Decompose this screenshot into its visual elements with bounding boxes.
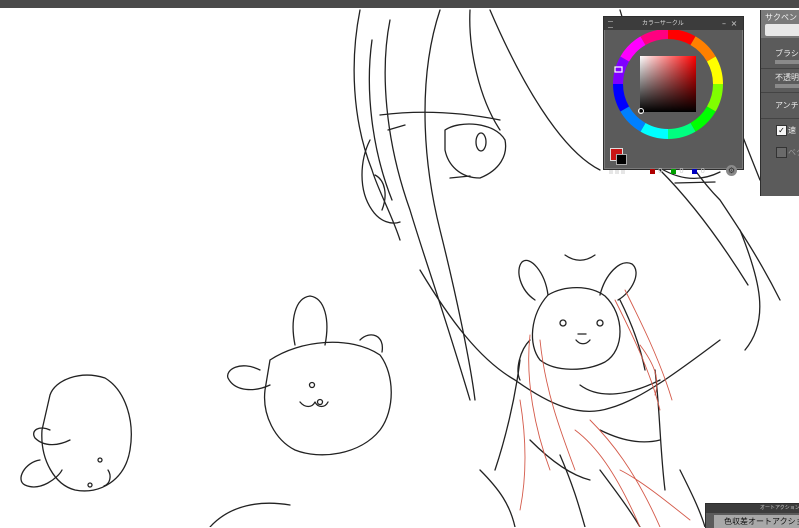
- divider: [761, 118, 799, 119]
- brush-stroke-preview: [765, 24, 799, 36]
- minimize-button[interactable]: –: [720, 17, 728, 30]
- vector-checkbox[interactable]: ✓: [776, 147, 787, 158]
- tool-name: サクペン: [765, 13, 797, 22]
- color-circle-title-bar[interactable]: カラーサークル – ×: [604, 17, 743, 30]
- blue-value[interactable]: 0: [700, 167, 711, 175]
- color-circle-panel: カラーサークル – × 0 0 0 ⚙: [603, 16, 744, 176]
- opacity-slider[interactable]: [775, 84, 799, 88]
- app-title-bar: [0, 0, 799, 8]
- antialias-label: アンチエイ: [775, 101, 799, 110]
- hue-ring[interactable]: [604, 28, 743, 169]
- transparent-color-icon[interactable]: [615, 170, 619, 174]
- divider: [761, 92, 799, 93]
- vector-label: ベク: [788, 148, 799, 157]
- opacity-label: 不透明: [775, 73, 799, 82]
- stabilization-checkbox[interactable]: ✓: [776, 125, 787, 136]
- swap-color-icon[interactable]: [609, 170, 613, 174]
- brush-size-slider[interactable]: [775, 60, 799, 64]
- sub-color-swatch[interactable]: [616, 154, 627, 165]
- green-chip: [671, 168, 677, 174]
- brush-size-label: ブラシサ: [775, 49, 799, 58]
- tool-property-header: サクペン: [761, 10, 799, 38]
- red-chip: [650, 168, 655, 174]
- stabilization-label: 速: [788, 126, 796, 135]
- divider: [761, 68, 799, 69]
- tool-property-panel: サクペン ブラシサ 不透明 アンチエイ ✓ 速 ✓ ベク: [760, 10, 799, 196]
- rgb-readout: 0 0 0: [650, 167, 711, 177]
- auto-action-panel: オートアクション 色収差オートアクショ: [705, 503, 799, 528]
- auto-action-title: オートアクション: [760, 505, 799, 511]
- gear-icon[interactable]: ⚙: [726, 165, 737, 176]
- green-value[interactable]: 0: [679, 167, 690, 175]
- grip-icon: [608, 21, 613, 28]
- auto-action-title-bar[interactable]: オートアクション: [706, 504, 799, 513]
- auto-action-item[interactable]: 色収差オートアクショ: [714, 515, 799, 528]
- panel-title: カラーサークル: [642, 20, 684, 27]
- reset-color-icon[interactable]: [621, 170, 625, 174]
- red-value[interactable]: 0: [658, 167, 669, 175]
- close-button[interactable]: ×: [730, 17, 738, 30]
- blue-chip: [692, 168, 698, 174]
- color-circle-body: 0 0 0 ⚙: [604, 28, 743, 176]
